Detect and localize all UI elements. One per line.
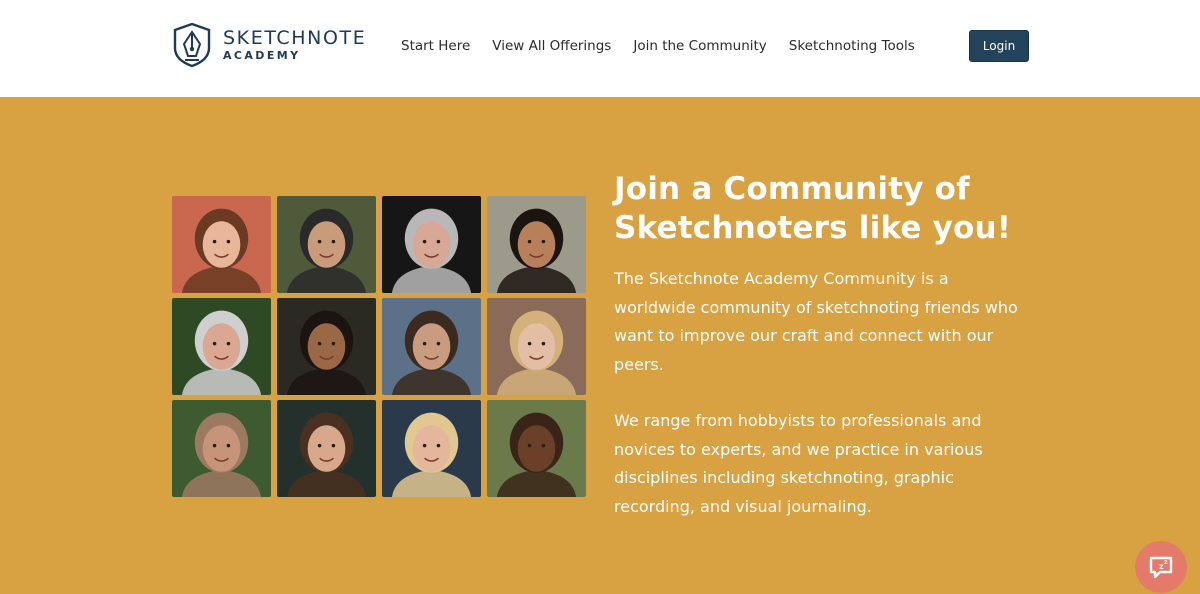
main-nav: Start Here View All Offerings Join the C… — [401, 38, 937, 54]
login-button[interactable]: Login — [969, 30, 1029, 62]
logo-line-1: SKETCHNOTE — [223, 27, 367, 49]
chat-bubble-icon: z z — [1149, 556, 1173, 579]
nav-sketchnoting-tools[interactable]: Sketchnoting Tools — [789, 38, 915, 54]
member-photo-grid — [172, 196, 586, 497]
hero-title: Join a Community of Sketchnoters like yo… — [614, 171, 1012, 246]
man-hoodie-glasses-portrait-photo — [277, 196, 376, 293]
older-woman-blonde-portrait-photo — [382, 400, 481, 497]
older-woman-glasses-portrait-photo — [172, 298, 271, 395]
nav-start-here[interactable]: Start Here — [401, 38, 470, 54]
chat-widget-button[interactable]: z z — [1135, 541, 1187, 593]
site-logo[interactable]: SKETCHNOTE ACADEMY — [171, 22, 366, 68]
woman-long-dark-hair-portrait-photo — [487, 196, 586, 293]
woman-braids-glasses-portrait-photo — [487, 400, 586, 497]
logo-wordmark: SKETCHNOTE ACADEMY — [223, 27, 367, 62]
woman-hijab-portrait-photo — [172, 400, 271, 497]
svg-text:z: z — [1164, 559, 1168, 566]
man-curly-hair-glasses-portrait-photo — [382, 298, 481, 395]
nav-join-the-community[interactable]: Join the Community — [633, 38, 766, 54]
site-header: SKETCHNOTE ACADEMY Start Here View All O… — [0, 0, 1200, 97]
community-hero-section: Join a Community of Sketchnoters like yo… — [0, 97, 1200, 594]
nav-view-all-offerings[interactable]: View All Offerings — [492, 38, 611, 54]
pen-nib-shield-logo-icon — [173, 22, 211, 68]
man-beard-portrait-photo — [277, 400, 376, 497]
woman-short-hair-glasses-portrait-photo — [382, 196, 481, 293]
hero-paragraph-1: The Sketchnote Academy Community is a wo… — [614, 269, 1018, 374]
hero-paragraph-2: We range from hobbyists to professionals… — [614, 411, 983, 516]
girl-orange-shirt-portrait-photo — [277, 298, 376, 395]
woman-sunglasses-waving-portrait-photo — [487, 298, 586, 395]
woman-hat-portrait-photo — [172, 196, 271, 293]
logo-line-2: ACADEMY — [223, 49, 301, 62]
